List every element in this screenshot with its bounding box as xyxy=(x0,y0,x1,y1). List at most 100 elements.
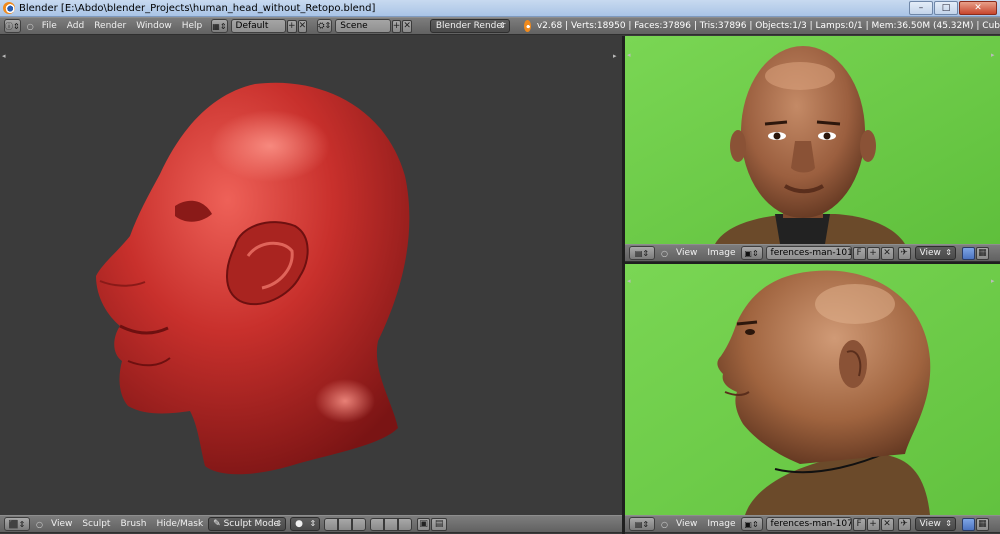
minimize-button[interactable]: – xyxy=(909,1,933,15)
image-browse-icon[interactable]: ▣⇕ xyxy=(740,246,763,260)
head-highlight xyxy=(765,62,835,90)
viewport-editor-type-button[interactable]: ⬛⇕ xyxy=(4,517,30,531)
menu-window[interactable]: Window xyxy=(136,21,172,31)
menu-image[interactable]: Image xyxy=(707,248,735,258)
sculpted-head-model[interactable] xyxy=(0,36,622,514)
side-reference-photo xyxy=(625,264,1000,515)
blender-version-icon xyxy=(523,20,531,32)
area-corner-icon[interactable]: ◂ xyxy=(627,278,634,285)
neck-highlight xyxy=(315,379,375,423)
eye xyxy=(745,329,755,335)
menu-sculpt[interactable]: Sculpt xyxy=(82,519,110,529)
front-reference-photo xyxy=(625,36,1000,244)
scene-icon[interactable]: ⛭⇕ xyxy=(317,19,333,33)
menu-add[interactable]: Add xyxy=(67,21,84,31)
brush-icon: ✎ xyxy=(213,519,224,529)
close-window-button[interactable]: ✕ xyxy=(959,1,997,15)
lock-camera-icon[interactable]: ▣ xyxy=(417,517,431,531)
view-mode-dropdown[interactable]: View xyxy=(914,246,956,260)
menu-view[interactable]: View xyxy=(676,519,697,529)
nose xyxy=(791,141,815,173)
area-corner-icon[interactable]: ▸ xyxy=(991,278,998,285)
image-editor-top-canvas[interactable]: ◂ ▸ xyxy=(625,36,1000,244)
image-name-field[interactable]: ferences-man-101.jpg xyxy=(765,246,852,260)
layer-button[interactable] xyxy=(352,517,367,531)
delete-scene-button[interactable]: ✕ xyxy=(402,19,412,33)
collapse-menu-icon[interactable]: ○ xyxy=(27,22,34,31)
display-channels-button[interactable]: ▦ xyxy=(975,517,989,531)
view-mode-dropdown[interactable]: View xyxy=(914,517,956,531)
fake-user-button[interactable]: F xyxy=(852,517,866,531)
screen-layout-field[interactable]: Default xyxy=(230,19,287,33)
area-corner-icon[interactable]: ◂ xyxy=(627,52,634,59)
eyebrow xyxy=(736,320,758,326)
3d-viewport[interactable]: ◂ ▸ xyxy=(0,36,622,514)
menu-image[interactable]: Image xyxy=(707,519,735,529)
menu-render[interactable]: Render xyxy=(94,21,126,31)
delete-screen-button[interactable]: ✕ xyxy=(297,19,308,33)
window-title-bar[interactable]: Blender [E:\Abdo\blender_Projects\human_… xyxy=(0,0,1000,17)
menu-view[interactable]: View xyxy=(51,519,72,529)
layer-button[interactable] xyxy=(398,517,413,531)
menu-hide-mask[interactable]: Hide/Mask xyxy=(156,519,203,529)
menu-file[interactable]: File xyxy=(42,21,57,31)
collapse-menu-icon[interactable]: ○ xyxy=(661,249,668,258)
layer-button[interactable] xyxy=(370,517,385,531)
shading-dropdown[interactable]: ● xyxy=(290,517,321,531)
info-header: ⓘ⇕ ○ File Add Render Window Help ▦⇕ Defa… xyxy=(0,17,1000,35)
screen-layout-icon[interactable]: ▦⇕ xyxy=(211,19,228,33)
layer-buttons-1 xyxy=(324,517,367,531)
new-image-button[interactable]: + xyxy=(866,246,880,260)
menu-view[interactable]: View xyxy=(676,248,697,258)
area-corner-icon[interactable]: ◂ xyxy=(2,53,9,60)
collapse-menu-icon[interactable]: ○ xyxy=(36,520,43,529)
unlink-image-button[interactable]: ✕ xyxy=(880,517,894,531)
layer-button[interactable] xyxy=(338,517,353,531)
image-editor-type-button[interactable]: ▤⇕ xyxy=(629,246,655,260)
head-highlight xyxy=(815,284,895,324)
menu-help[interactable]: Help xyxy=(182,21,203,31)
render-slot-button[interactable] xyxy=(961,246,975,260)
image-editor-bottom-canvas[interactable]: ◂ ▸ xyxy=(625,264,1000,515)
viewport-header: ⬛⇕ ○ View Sculpt Brush Hide/Mask ✎ Sculp… xyxy=(0,515,622,533)
new-image-button[interactable]: + xyxy=(866,517,880,531)
unlink-image-button[interactable]: ✕ xyxy=(880,246,894,260)
window-controls: – □ ✕ xyxy=(909,1,997,15)
ear-shape xyxy=(839,340,867,388)
menu-brush[interactable]: Brush xyxy=(120,519,146,529)
add-scene-button[interactable]: + xyxy=(391,19,402,33)
maximize-button[interactable]: □ xyxy=(934,1,958,15)
scene-stats: v2.68 | Verts:18950 | Faces:37896 | Tris… xyxy=(536,21,1000,31)
image-editor-bottom-header: ▤⇕ ○ View Image ▣⇕ ferences-man-107.jpg … xyxy=(625,515,1000,533)
mode-label: Sculpt Mode xyxy=(223,519,280,529)
add-screen-button[interactable]: + xyxy=(287,19,297,33)
mode-dropdown[interactable]: ✎ Sculpt Mode xyxy=(208,517,287,531)
right-ear xyxy=(860,130,876,162)
display-channels-button[interactable]: ▦ xyxy=(975,246,989,260)
layer-buttons-2 xyxy=(370,517,413,531)
view-mode-label: View xyxy=(919,248,941,258)
layer-button[interactable] xyxy=(324,517,339,531)
render-slot-button[interactable] xyxy=(961,517,975,531)
blender-logo-icon xyxy=(3,2,15,14)
render-engine-dropdown[interactable]: Blender Render xyxy=(429,19,510,33)
image-editor-type-button[interactable]: ▤⇕ xyxy=(629,517,655,531)
scene-field[interactable]: Scene xyxy=(335,19,391,33)
pin-icon[interactable]: ✈ xyxy=(897,246,911,260)
image-browse-icon[interactable]: ▣⇕ xyxy=(740,517,763,531)
layer-button[interactable] xyxy=(384,517,399,531)
shading-sphere-icon: ● xyxy=(295,519,304,529)
pin-icon[interactable]: ✈ xyxy=(897,517,911,531)
collapse-menu-icon[interactable]: ○ xyxy=(661,520,668,529)
fake-user-button[interactable]: F xyxy=(852,246,866,260)
area-corner-icon[interactable]: ▸ xyxy=(613,53,620,60)
info-editor-type-button[interactable]: ⓘ⇕ xyxy=(4,19,21,33)
area-corner-icon[interactable]: ▸ xyxy=(991,52,998,59)
left-ear xyxy=(730,130,746,162)
render-preview-icon[interactable]: ▤ xyxy=(431,517,448,531)
undershirt-shape xyxy=(775,214,830,244)
view-mode-label: View xyxy=(919,519,941,529)
image-editor-top-header: ▤⇕ ○ View Image ▣⇕ ferences-man-101.jpg … xyxy=(625,244,1000,262)
image-name-field[interactable]: ferences-man-107.jpg xyxy=(765,517,852,531)
window-title: Blender [E:\Abdo\blender_Projects\human_… xyxy=(19,2,376,14)
